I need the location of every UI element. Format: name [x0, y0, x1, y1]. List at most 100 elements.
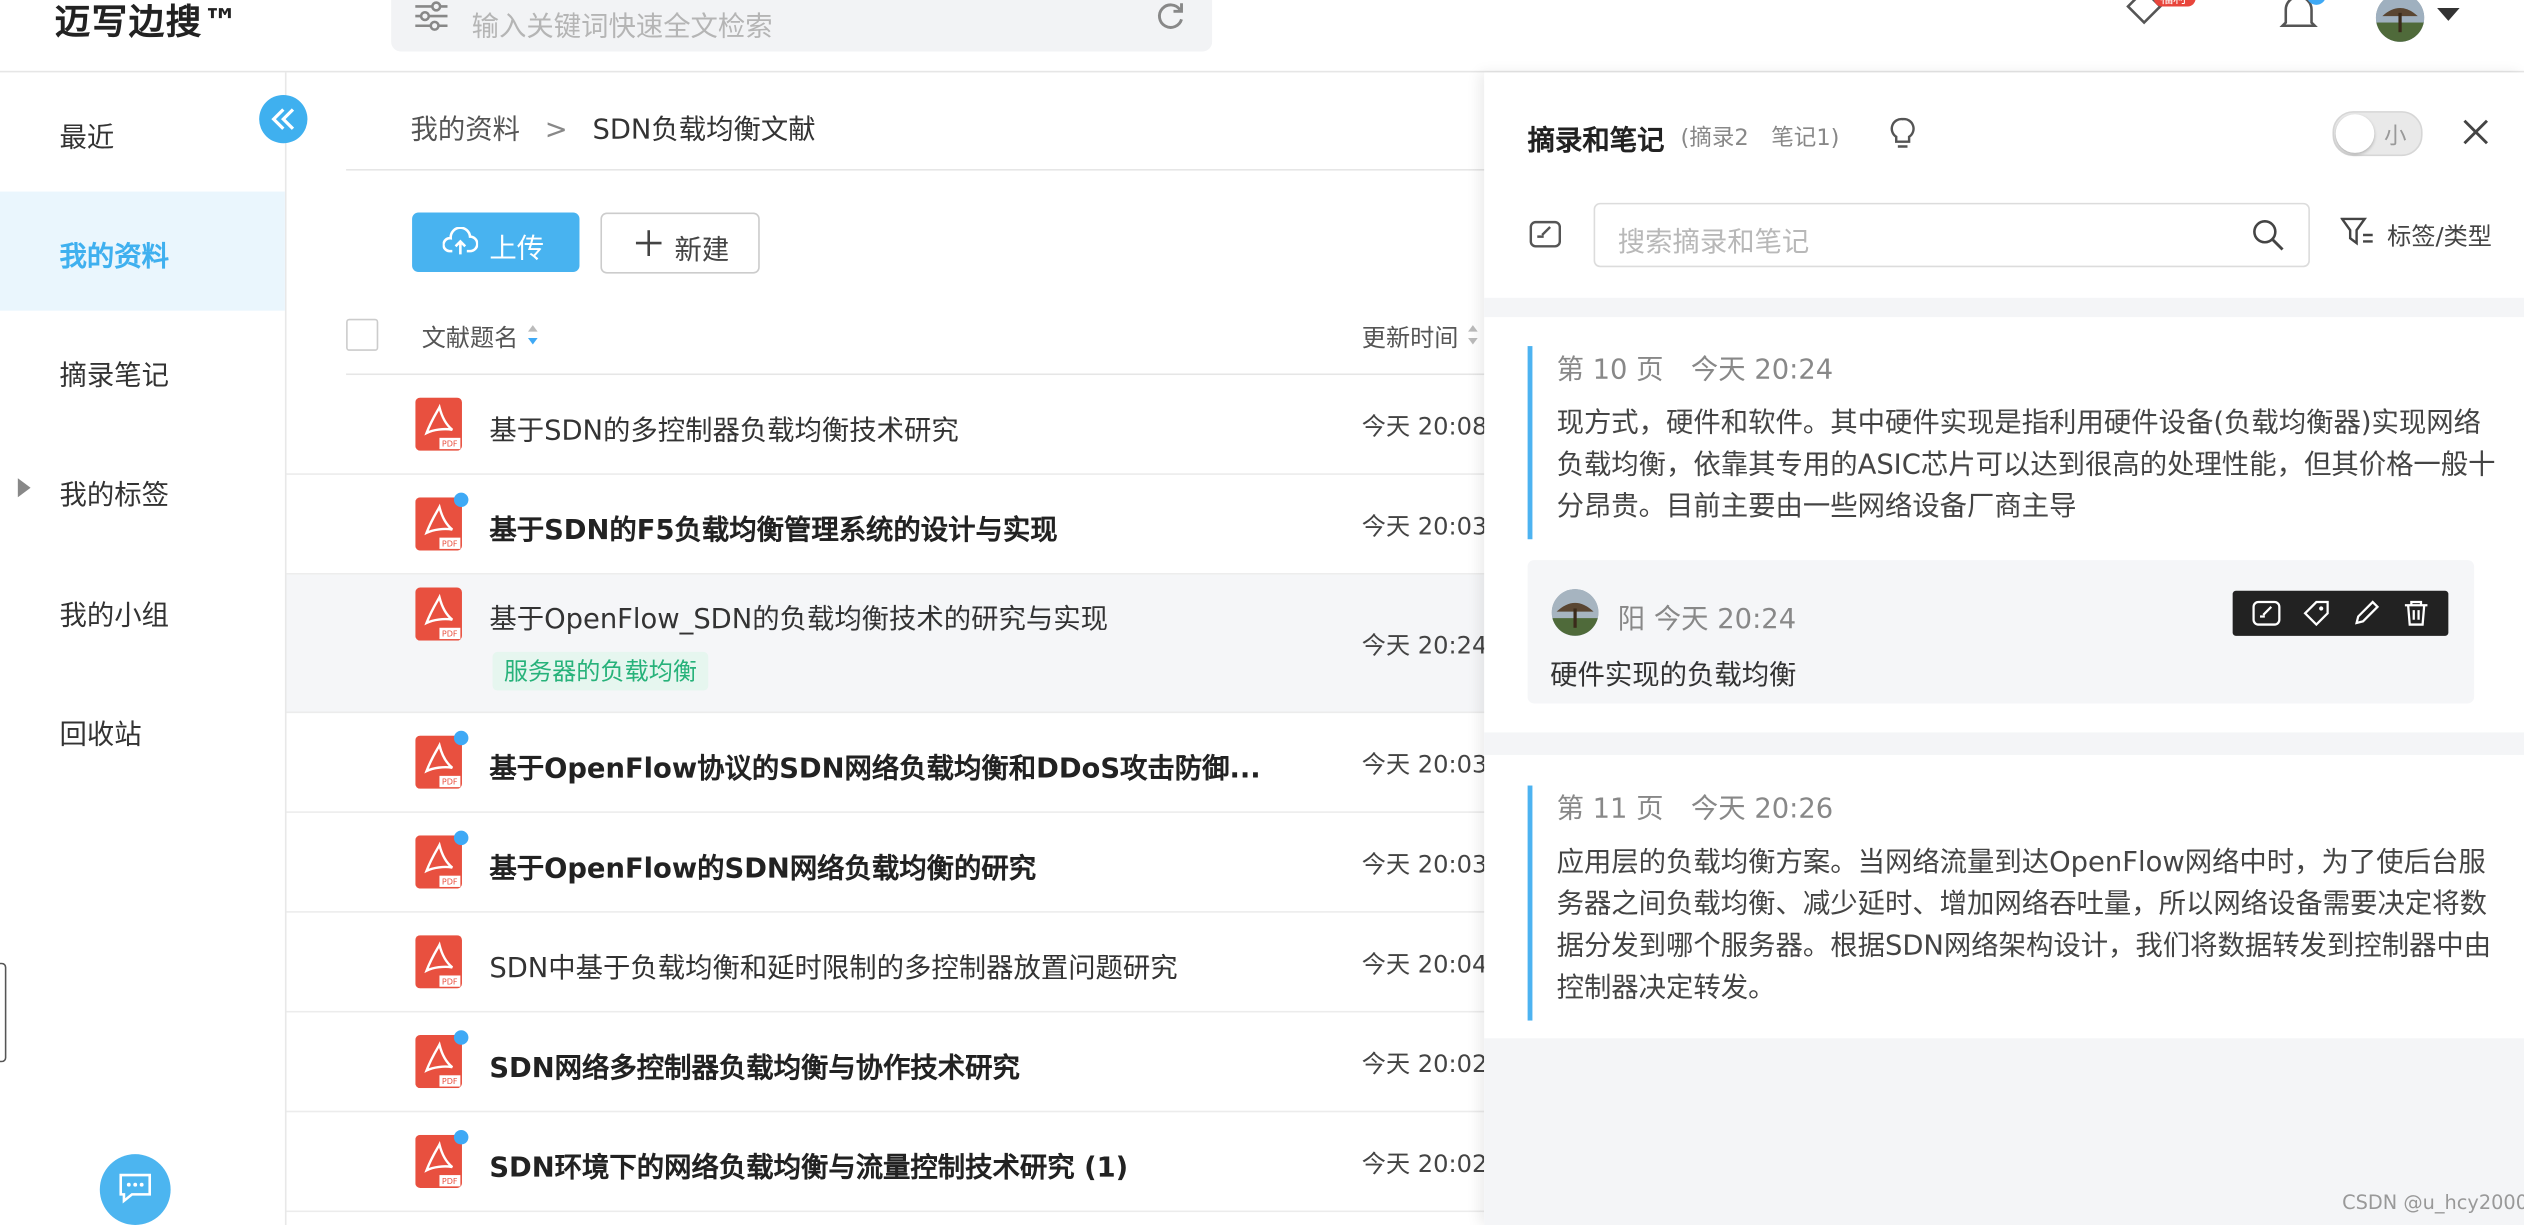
bell-badge: 1 — [2312, 0, 2320, 4]
table-row[interactable]: PDF 基于OpenFlow_SDN的负载均衡技术的研究与实现 服务器的负载均衡… — [286, 574, 1489, 714]
avatar — [1551, 589, 1599, 636]
row-title[interactable]: 基于OpenFlow协议的SDN网络负载均衡和DDoS攻击防御... — [489, 745, 1260, 785]
caret-right-icon[interactable] — [17, 478, 31, 498]
chevron-down-icon[interactable] — [2437, 6, 2460, 22]
column-header-updated[interactable]: 更新时间 — [1362, 320, 1459, 354]
column-header-title[interactable]: 文献题名 — [422, 320, 519, 354]
panel-title: 摘录和笔记 — [1527, 125, 1665, 158]
panel-search-input[interactable]: 搜索摘录和笔记 — [1593, 202, 2310, 268]
excerpt-meta: 第 10 页 今天 20:24 — [1557, 346, 1834, 386]
side-drawer-handle[interactable] — [0, 962, 7, 1063]
row-title[interactable]: SDN网络多控制器负载均衡与协作技术研究 — [489, 1045, 1020, 1085]
note-time: 今天 20:24 — [1653, 603, 1797, 636]
sidebar-item-label: 最近 — [59, 122, 115, 155]
divider — [346, 169, 1489, 171]
row-title[interactable]: 基于SDN的F5负载均衡管理系统的设计与实现 — [489, 507, 1057, 547]
sidebar-item-my-tags[interactable]: 我的标签 — [0, 430, 285, 549]
row-time: 今天 20:08 — [1361, 412, 1488, 442]
chat-bubble-icon — [119, 1173, 151, 1204]
row-time: 今天 20:02 — [1361, 1149, 1488, 1179]
pdf-file-icon: PDF — [415, 497, 462, 551]
filter-settings-icon[interactable] — [414, 0, 449, 32]
row-time: 今天 20:03 — [1361, 750, 1488, 780]
table-row[interactable]: PDF SDN网络多控制器负载均衡与协作技术研究 今天 20:02 — [286, 1013, 1489, 1113]
refresh-icon[interactable] — [1154, 0, 1186, 32]
upload-label: 上传 — [489, 233, 545, 266]
row-title[interactable]: 基于OpenFlow_SDN的负载均衡技术的研究与实现 — [489, 596, 1108, 636]
chat-button[interactable] — [99, 1154, 171, 1225]
svg-text:PDF: PDF — [442, 977, 458, 986]
table-header: 文献题名 更新时间 — [346, 303, 1489, 376]
user-avatar[interactable] — [2375, 0, 2425, 42]
new-button[interactable]: 新建 — [600, 212, 760, 274]
app-logo[interactable]: 迈写边搜™ — [55, 0, 240, 45]
select-all-checkbox[interactable] — [346, 318, 379, 351]
breadcrumb-root[interactable]: 我的资料 — [410, 114, 519, 146]
sidebar-item-my-groups[interactable]: 我的小组 — [0, 551, 285, 670]
row-title[interactable]: SDN环境下的网络负载均衡与流量控制技术研究 (1) — [489, 1144, 1128, 1185]
sidebar-item-excerpts-notes[interactable]: 摘录笔记 — [0, 311, 285, 430]
excerpt-text: 现方式，硬件和软件。其中硬件实现是指利用硬件设备(负载均衡器)实现网络负载均衡，… — [1556, 407, 2496, 524]
global-search-input[interactable]: 输入关键词快速全文检索 — [391, 0, 1213, 52]
sort-icon[interactable] — [1466, 324, 1479, 347]
svg-text:PDF: PDF — [442, 778, 458, 787]
search-icon[interactable] — [2252, 219, 2284, 251]
avatar-image-icon — [2375, 0, 2425, 42]
sidebar-item-my-materials[interactable]: 我的资料 — [0, 191, 285, 311]
pdf-file-icon: PDF — [415, 935, 462, 989]
lightbulb-icon[interactable] — [1890, 116, 1916, 151]
breadcrumb-current: SDN负载均衡文献 — [592, 114, 816, 147]
svg-text:PDF: PDF — [442, 1177, 458, 1186]
unread-dot — [453, 730, 469, 746]
trash-icon[interactable] — [2402, 599, 2431, 628]
excerpt-card[interactable]: 第 11 页 今天 20:26 应用层的负载均衡方案。当网络流量到达OpenFl… — [1527, 785, 2499, 1021]
unread-dot — [453, 1030, 469, 1045]
row-title[interactable]: 基于SDN的多控制器负载均衡技术研究 — [489, 407, 958, 447]
excerpt-page: 第 11 页 — [1556, 793, 1664, 826]
row-time: 今天 20:03 — [1361, 511, 1488, 541]
plus-icon — [635, 230, 662, 256]
breadcrumb-separator: > — [544, 114, 568, 147]
avatar-image-icon — [1551, 589, 1599, 636]
sidebar-item-recycle-bin[interactable]: 回收站 — [0, 670, 285, 789]
excerpt-card[interactable]: 第 10 页 今天 20:24 现方式，硬件和软件。其中硬件实现是指利用硬件设备… — [1527, 346, 2499, 540]
excerpt-page: 第 10 页 — [1556, 354, 1664, 387]
table-row[interactable]: PDF 基于SDN的多控制器负载均衡技术研究 今天 20:08 — [286, 375, 1489, 475]
sort-icon[interactable] — [526, 324, 539, 347]
bell-icon[interactable]: 1 — [2276, 0, 2331, 35]
unread-dot — [453, 1130, 469, 1145]
row-title[interactable]: 基于OpenFlow的SDN网络负载均衡的研究 — [489, 845, 1036, 885]
tag-icon[interactable] — [2302, 599, 2331, 628]
close-icon[interactable] — [2463, 119, 2489, 145]
table-row[interactable]: PDF 基于OpenFlow协议的SDN网络负载均衡和DDoS攻击防御... 今… — [286, 713, 1489, 813]
divider — [1484, 732, 2524, 755]
row-time: 今天 20:03 — [1361, 849, 1488, 879]
sidebar-item-recent[interactable]: 最近 — [0, 72, 285, 191]
table-row[interactable]: PDF SDN环境下的网络负载均衡与流量控制技术研究 (1) 今天 20:02 — [286, 1112, 1489, 1213]
table-row[interactable]: PDF SDN中基于负载均衡和延时限制的多控制器放置问题研究 今天 20:04 — [286, 913, 1489, 1013]
panel-search-placeholder: 搜索摘录和笔记 — [1617, 226, 1810, 260]
note-card[interactable]: 阳 今天 20:24 硬件实现的负载均衡 — [1527, 560, 2475, 704]
row-tag[interactable]: 服务器的负载均衡 — [492, 651, 709, 691]
gift-icon[interactable]: 福利 — [2122, 0, 2199, 35]
note-toolbar — [2232, 590, 2449, 636]
table-row[interactable]: PDF 基于SDN的F5负载均衡管理系统的设计与实现 今天 20:03 — [286, 475, 1489, 575]
note-edit-icon[interactable] — [2252, 600, 2281, 626]
collapse-sidebar-button[interactable] — [259, 94, 308, 144]
filter-icon[interactable] — [2340, 216, 2376, 251]
toggle-knob — [2335, 114, 2375, 153]
sidebar-item-label: 我的小组 — [59, 600, 170, 633]
size-toggle[interactable]: 小 — [2332, 111, 2423, 157]
sidebar-item-label: 回收站 — [59, 719, 142, 752]
svg-text:PDF: PDF — [442, 878, 458, 887]
pdf-file-icon: PDF — [415, 1134, 462, 1188]
excerpt-meta: 第 11 页 今天 20:26 — [1557, 786, 1834, 826]
note-edit-icon[interactable] — [1528, 217, 1563, 249]
tag-type-filter[interactable]: 标签/类型 — [2387, 219, 2492, 253]
pdf-file-icon: PDF — [415, 835, 462, 889]
table-row[interactable]: PDF 基于OpenFlow的SDN网络负载均衡的研究 今天 20:03 — [286, 813, 1489, 913]
upload-button[interactable]: 上传 — [412, 212, 580, 273]
row-title[interactable]: SDN中基于负载均衡和延时限制的多控制器放置问题研究 — [489, 945, 1177, 985]
pencil-icon[interactable] — [2352, 599, 2381, 628]
gift-badge: 福利 — [2160, 0, 2186, 7]
